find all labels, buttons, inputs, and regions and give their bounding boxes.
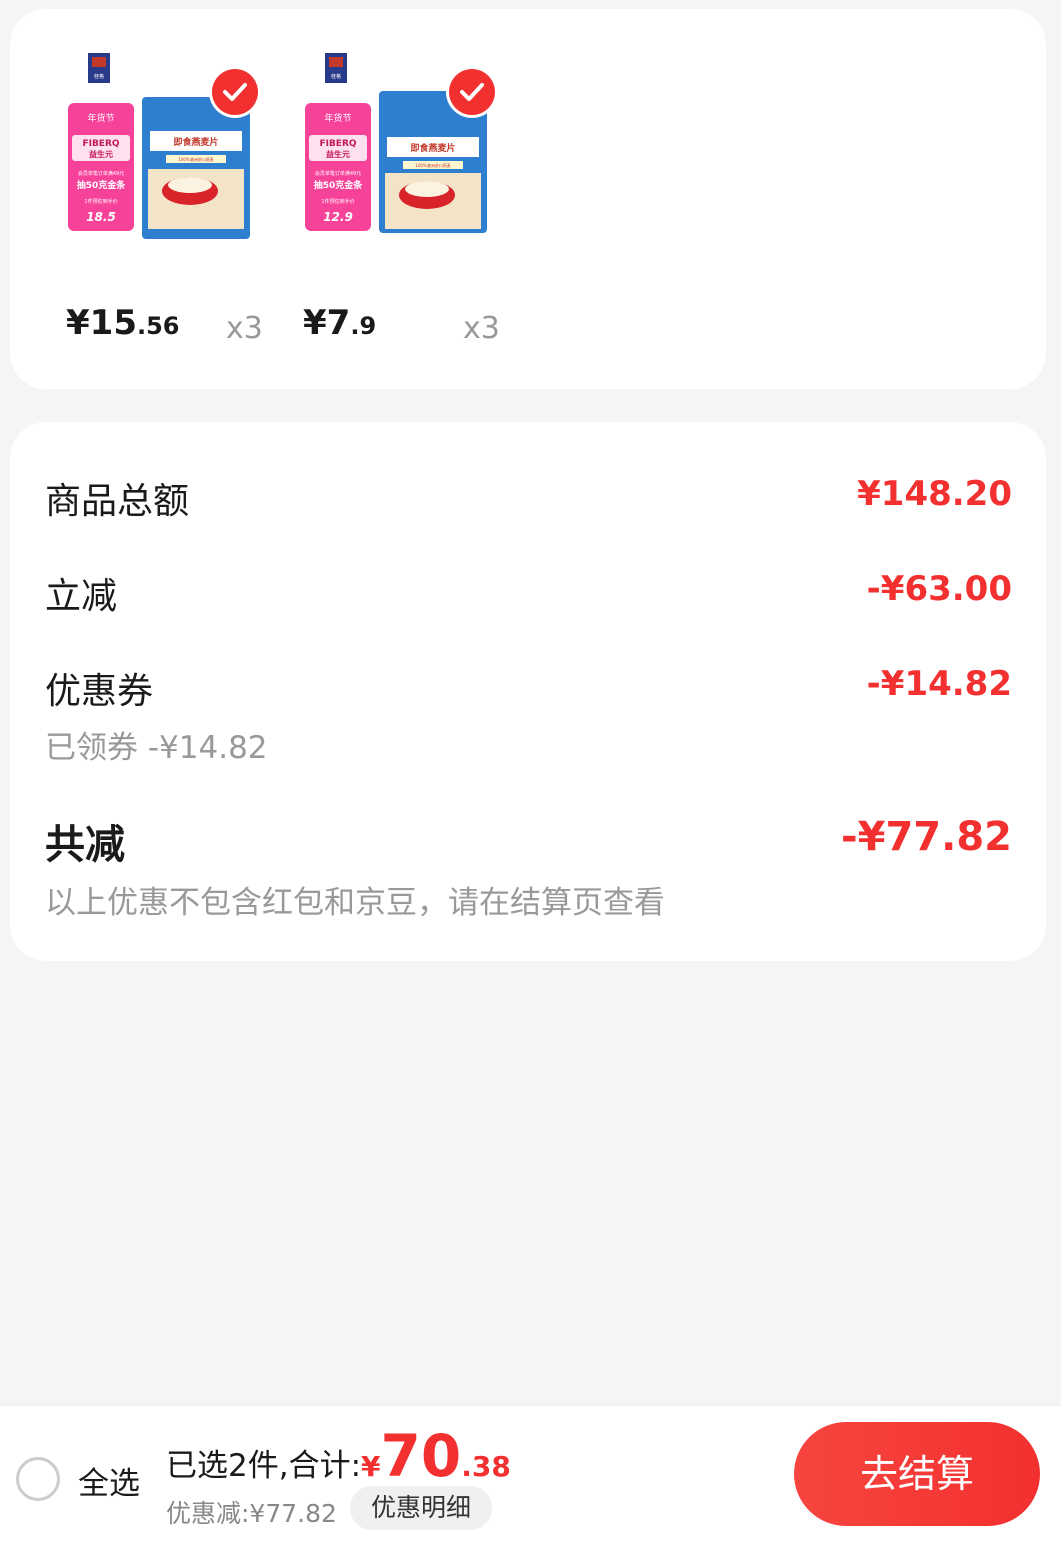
- festival-text: 年货节: [87, 112, 114, 124]
- discount-detail-button[interactable]: 优惠明细: [350, 1486, 492, 1530]
- total-integer: 70: [380, 1422, 462, 1490]
- select-all-radio[interactable]: [16, 1457, 60, 1501]
- product-item[interactable]: 桂格 年货节 FIBERQ 益生元 会员单笔订单满49元 抽50克金条 1件预估…: [303, 9, 503, 389]
- coupon-value: -¥14.82: [866, 664, 1012, 704]
- promo-line-text: 会员单笔订单满49元: [78, 170, 124, 177]
- product-quantity: x3: [463, 311, 500, 346]
- promo-line-text: 会员单笔订单满49元: [315, 170, 361, 177]
- badge-text: FIBERQ: [82, 139, 119, 149]
- coupon-claimed-text: 已领券 -¥14.82: [45, 730, 268, 766]
- instant-discount-value: -¥63.00: [866, 569, 1012, 609]
- badge-cn-text: 益生元: [89, 149, 113, 159]
- select-all-label[interactable]: 全选: [78, 1458, 140, 1503]
- checkout-bar: 全选 已选2件,合计:¥70.38 优惠减:¥77.82 优惠明细 去结算: [0, 1405, 1061, 1552]
- price-decimal: .56: [136, 312, 180, 340]
- selected-total: 已选2件,合计:¥70.38: [166, 1422, 511, 1490]
- discount-note: 以上优惠不包含红包和京豆，请在结算页查看: [45, 885, 665, 921]
- selected-products-card: 桂格 年货节 FIBERQ 益生元 会员单笔订单满49元 抽50克金条 1件预估…: [10, 9, 1046, 389]
- price-decimal: .9: [350, 312, 377, 340]
- goods-total-value: ¥148.20: [857, 474, 1012, 514]
- product-quantity: x3: [226, 311, 263, 346]
- brand-text: 桂格: [94, 73, 104, 80]
- pack-sub-text: 100%澳洲进口燕麦: [178, 156, 213, 162]
- badge-cn-text: 益生元: [326, 149, 350, 159]
- brand-text: 桂格: [331, 73, 341, 80]
- pack-title-text: 即食燕麦片: [410, 142, 455, 154]
- coupon-label: 优惠券: [45, 671, 154, 712]
- price-main: ¥7: [303, 303, 351, 343]
- festival-text: 年货节: [324, 112, 351, 124]
- pack-title-text: 即食燕麦片: [173, 136, 218, 148]
- total-decimal: .38: [461, 1450, 511, 1483]
- product-item[interactable]: 桂格 年货节 FIBERQ 益生元 会员单笔订单满49元 抽50克金条 1件预估…: [66, 9, 266, 389]
- total-discount-label: 共减: [45, 822, 125, 868]
- goods-total-label: 商品总额: [45, 481, 190, 522]
- pack-sub-text: 100%澳洲进口燕麦: [415, 162, 450, 168]
- discount-summary: 优惠减:¥77.82: [166, 1499, 337, 1528]
- promo-main-text: 抽50克金条: [77, 179, 127, 191]
- instant-discount-label: 立减: [45, 576, 118, 617]
- img-price-text: 12.9: [323, 210, 353, 224]
- selected-check-icon[interactable]: [449, 69, 495, 115]
- price-note-text: 1件预估到手价: [84, 198, 117, 205]
- total-currency: ¥: [361, 1450, 381, 1483]
- price-note-text: 1件预估到手价: [321, 198, 354, 205]
- checkout-button[interactable]: 去结算: [794, 1422, 1040, 1526]
- img-price-text: 18.5: [86, 210, 116, 224]
- selected-prefix: 已选2件,合计:: [166, 1448, 362, 1484]
- badge-text: FIBERQ: [319, 139, 356, 149]
- product-price: ¥15.56: [66, 303, 180, 343]
- product-price: ¥7.9: [303, 303, 376, 343]
- price-main: ¥15: [66, 303, 137, 343]
- total-discount-value: -¥77.82: [841, 814, 1012, 860]
- selected-check-icon[interactable]: [212, 69, 258, 115]
- promo-main-text: 抽50克金条: [314, 179, 364, 191]
- price-summary-card: 商品总额 ¥148.20 立减 -¥63.00 优惠券 -¥14.82 已领券 …: [10, 422, 1046, 961]
